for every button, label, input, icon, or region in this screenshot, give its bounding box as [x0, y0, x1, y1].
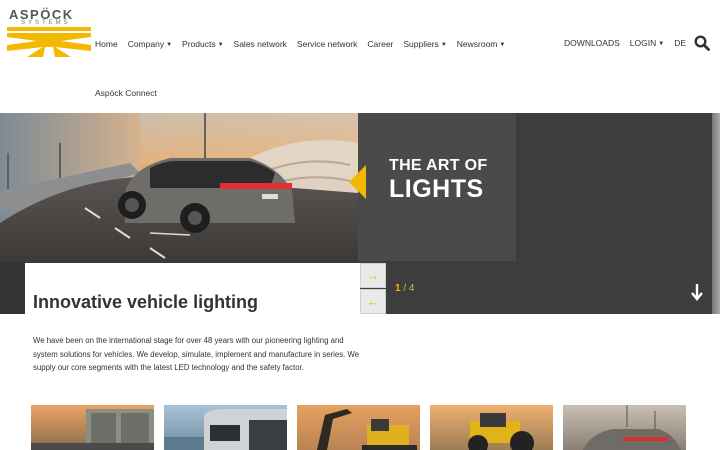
chevron-down-icon: ▼: [658, 41, 665, 47]
site-header: ASPÖCK SYSTEMS Home Company ▼ Products ▼ S…: [0, 0, 720, 113]
chevron-down-icon: ▼: [166, 42, 173, 48]
segment-tiles: [31, 405, 686, 450]
slide-pointer-icon: [349, 165, 366, 199]
language-switch[interactable]: DE: [674, 38, 686, 48]
segment-tile-trailer[interactable]: [31, 405, 154, 450]
chevron-down-icon: ▼: [499, 42, 506, 48]
main-nav: Home Company ▼ Products ▼ Sales network Se…: [95, 39, 515, 49]
search-icon[interactable]: [694, 35, 710, 51]
next-slide-peek: [712, 113, 720, 314]
truck-image: [164, 405, 287, 450]
slide-next-button[interactable]: →: [360, 263, 386, 288]
nav-company-label: Company: [127, 39, 165, 49]
aspoeck-logo[interactable]: ASPÖCK SYSTEMS: [7, 7, 91, 57]
nav-products[interactable]: Products ▼: [182, 39, 224, 49]
nav-home-label: Home: [95, 39, 118, 49]
slide-total: 4: [408, 283, 415, 294]
utility-nav: DOWNLOADS LOGIN ▼ DE: [554, 35, 710, 51]
tractor-image: [430, 405, 553, 450]
login-label: LOGIN: [629, 38, 657, 48]
slide-separator: /: [403, 283, 407, 294]
nav-suppliers-label: Suppliers: [403, 39, 439, 49]
login-menu[interactable]: LOGIN ▼: [630, 38, 664, 48]
hero-title-line1: THE ART OF: [389, 157, 488, 174]
nav-home[interactable]: Home: [95, 39, 118, 49]
nav-newsroom-label: Newsroom: [456, 39, 498, 49]
nav-aspoeck-connect[interactable]: Aspöck Connect: [95, 88, 157, 98]
hero-caption: Innovative vehicle lighting: [33, 292, 259, 312]
nav-service-network[interactable]: Service network: [297, 39, 357, 49]
logo-rays-icon: [7, 27, 91, 57]
nav-career-label: Career: [367, 39, 394, 49]
nav-suppliers[interactable]: Suppliers ▼: [403, 39, 446, 49]
nav-sales-network[interactable]: Sales network: [234, 39, 287, 49]
intro-paragraph: We have been on the international stage …: [33, 336, 360, 372]
nav-products-label: Products: [182, 39, 216, 49]
nav-newsroom[interactable]: Newsroom ▼: [457, 39, 506, 49]
chevron-down-icon: ▼: [440, 42, 447, 48]
arrow-left-icon: ←: [366, 294, 380, 309]
trailer-image: [31, 405, 154, 450]
downloads-link[interactable]: DOWNLOADS: [564, 38, 620, 48]
segment-tile-excavator[interactable]: [297, 405, 420, 450]
slide-current: 1: [395, 283, 401, 294]
segment-tile-tractor[interactable]: [430, 405, 553, 450]
car-image: [563, 405, 686, 450]
slide-counter: 1 / 4: [395, 283, 414, 294]
arrow-right-icon: →: [366, 268, 380, 283]
nav-service-network-label: Service network: [296, 39, 358, 49]
segment-tile-car[interactable]: [563, 405, 686, 450]
slide-prev-button[interactable]: ←: [360, 289, 386, 314]
arrow-down-icon[interactable]: [690, 283, 704, 301]
segment-tile-truck[interactable]: [164, 405, 287, 450]
chevron-down-icon: ▼: [217, 42, 224, 48]
hero-title-line2: LIGHTS: [389, 175, 484, 203]
nav-career[interactable]: Career: [367, 39, 393, 49]
nav-company[interactable]: Company ▼: [128, 39, 172, 49]
logo-subtitle: SYSTEMS: [21, 20, 71, 26]
nav-sales-network-label: Sales network: [233, 39, 287, 49]
excavator-image: [297, 405, 420, 450]
